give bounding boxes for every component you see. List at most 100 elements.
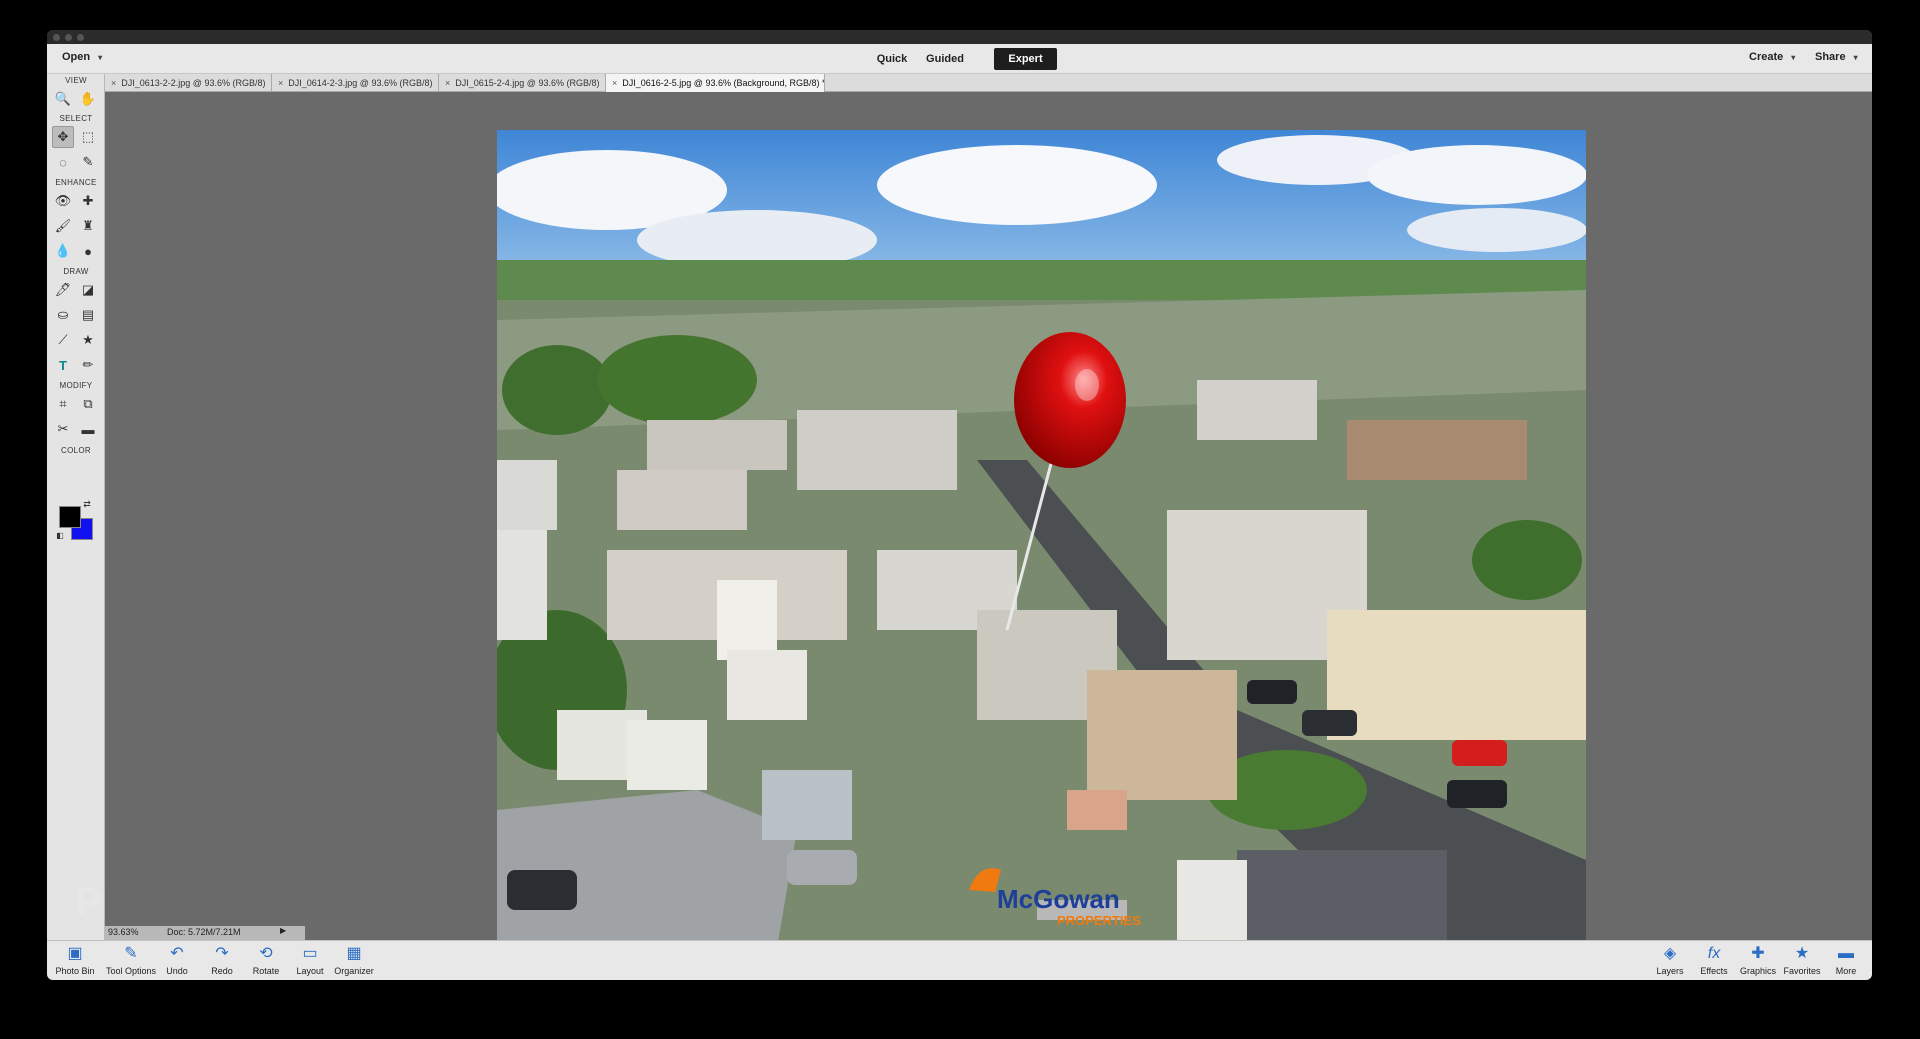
tab-label: DJI_0616-2-5.jpg @ 93.6% (Background, RG… (622, 78, 825, 88)
pencil-tool-icon[interactable]: ✏ (77, 354, 99, 376)
more-label: More (1835, 966, 1857, 976)
tool-options-button[interactable]: ✎ Tool Options (103, 944, 159, 976)
menu-bar: Open ▾ Quick Guided Expert Create ▾ Share ▾ (47, 44, 1872, 74)
redo-label: Redo (211, 966, 233, 976)
open-menu[interactable]: Open ▾ (62, 51, 102, 63)
type-tool-icon[interactable]: T (52, 354, 74, 376)
photo-bin-button[interactable]: ▣ Photo Bin (50, 944, 100, 976)
effects-label: Effects (1700, 966, 1728, 976)
share-label: Share (1815, 51, 1846, 63)
rotate-button[interactable]: ⟲ Rotate (241, 944, 291, 976)
eraser-tool-icon[interactable]: ◪ (77, 279, 99, 301)
organizer-icon: ▦ (346, 945, 362, 962)
custom-shape-tool-icon[interactable]: ★ (77, 329, 99, 351)
sponge-tool-icon[interactable]: ● (77, 240, 99, 262)
mode-guided-button[interactable]: Guided (917, 48, 973, 70)
layers-button[interactable]: ◈ Layers (1645, 944, 1695, 976)
hand-tool-icon[interactable]: ✋ (77, 88, 99, 110)
crop-tool-icon[interactable]: ⌗ (52, 393, 74, 415)
graphics-label: Graphics (1739, 966, 1776, 976)
undo-label: Undo (166, 966, 188, 976)
foreground-color-swatch[interactable] (59, 506, 81, 528)
layers-label: Layers (1656, 966, 1684, 976)
marquee-tool-icon[interactable]: ⬚ (77, 126, 99, 148)
doc-size: Doc: 5.72M/7.21M (167, 927, 241, 937)
layout-icon: ▭ (302, 945, 318, 962)
tools-panel: VIEW 🔍 ✋ SELECT ✥ ⬚ ◌ ✎ ENHANCE 👁 ✚ 🖌 ♜ … (47, 74, 240, 940)
close-tab-icon[interactable]: × (612, 78, 617, 88)
layout-button[interactable]: ▭ Layout (285, 944, 335, 976)
photo-bin-icon: ▣ (67, 945, 83, 962)
close-tab-icon[interactable]: × (445, 78, 450, 88)
more-button[interactable]: ▬ More (1821, 944, 1871, 976)
tab-label: DJI_0614-2-3.jpg @ 93.6% (RGB/8) (288, 78, 433, 88)
clone-stamp-tool-icon[interactable]: ♜ (77, 215, 99, 237)
brush-tool-icon[interactable]: 🖊 (52, 279, 74, 301)
chevron-down-icon: ▾ (98, 53, 103, 62)
mode-expert-button[interactable]: Expert (994, 48, 1057, 70)
zoom-window-button[interactable] (77, 34, 84, 41)
content-aware-move-tool-icon[interactable]: ✂ (52, 418, 74, 440)
logo-subtext: PROPERTIES (1057, 913, 1141, 928)
document-tab-active[interactable]: × DJI_0616-2-5.jpg @ 93.6% (Background, R… (606, 74, 825, 92)
organizer-button[interactable]: ▦ Organizer (329, 944, 379, 976)
lasso-tool-icon[interactable]: ◌ (52, 151, 74, 173)
effects-button[interactable]: fx Effects (1689, 944, 1739, 976)
document-image[interactable]: McGowan PROPERTIES (497, 130, 1586, 948)
straighten-tool-icon[interactable]: ▬ (77, 418, 99, 440)
logo-text: McGowan (997, 884, 1120, 914)
zoom-level[interactable]: 93.63% (108, 927, 139, 937)
quick-selection-tool-icon[interactable]: ✎ (77, 151, 99, 173)
mode-quick-button[interactable]: Quick (867, 48, 917, 70)
zoom-tool-icon[interactable]: 🔍 (52, 88, 74, 110)
red-eye-tool-icon[interactable]: 👁 (52, 190, 74, 212)
tool-options-icon: ✎ (124, 945, 138, 962)
document-tab[interactable]: × DJI_0614-2-3.jpg @ 93.6% (RGB/8) (272, 74, 439, 92)
section-draw-label: DRAW (63, 267, 89, 276)
close-window-button[interactable] (53, 34, 60, 41)
section-select-label: SELECT (59, 114, 93, 123)
close-tab-icon[interactable]: × (278, 78, 283, 88)
share-menu[interactable]: Share ▾ (1815, 51, 1858, 63)
spot-healing-tool-icon[interactable]: ✚ (77, 190, 99, 212)
redo-button[interactable]: ↷ Redo (197, 944, 247, 976)
redo-icon: ↷ (215, 945, 229, 962)
move-tool-icon[interactable]: ✥ (52, 126, 74, 148)
organizer-label: Organizer (334, 966, 374, 976)
section-color-label: COLOR (61, 446, 91, 455)
section-modify-label: MODIFY (59, 381, 93, 390)
document-tab[interactable]: × DJI_0615-2-4.jpg @ 93.6% (RGB/8) (439, 74, 606, 92)
taskbar: ▣ Photo Bin ✎ Tool Options ↶ Undo ↷ Redo ⟲ Ro… (47, 940, 1872, 980)
tool-options-label: Tool Options (105, 966, 157, 976)
title-bar (47, 30, 1872, 44)
tab-label: DJI_0615-2-4.jpg @ 93.6% (RGB/8) (455, 78, 600, 88)
favorites-icon: ★ (1794, 945, 1810, 962)
eyedropper-tool-icon[interactable]: ⟋ (52, 329, 74, 351)
document-tab[interactable]: × DJI_0613-2-2.jpg @ 93.6% (RGB/8) (105, 74, 272, 92)
section-view-label: VIEW (65, 76, 87, 85)
smart-brush-tool-icon[interactable]: 🖌 (52, 215, 74, 237)
close-tab-icon[interactable]: × (111, 78, 116, 88)
favorites-label: Favorites (1783, 966, 1821, 976)
rotate-label: Rotate (252, 966, 280, 976)
create-menu[interactable]: Create ▾ (1749, 51, 1795, 63)
recompose-tool-icon[interactable]: ⧉ (77, 393, 99, 415)
photo-bin-label: Photo Bin (55, 966, 95, 976)
status-bar: 93.63% Doc: 5.72M/7.21M ▶ (105, 926, 305, 940)
create-label: Create (1749, 51, 1784, 63)
document-tabs: × DJI_0613-2-2.jpg @ 93.6% (RGB/8) × DJI_0… (105, 74, 1872, 92)
default-colors-icon[interactable]: ◧ (55, 530, 65, 540)
gradient-tool-icon[interactable]: ▤ (77, 304, 99, 326)
blur-tool-icon[interactable]: 💧 (52, 240, 74, 262)
canvas-area[interactable]: McGowan PROPERTIES (105, 92, 1872, 948)
graphics-icon: ✚ (1751, 945, 1765, 962)
minimize-window-button[interactable] (65, 34, 72, 41)
open-label: Open (62, 51, 91, 63)
undo-button[interactable]: ↶ Undo (152, 944, 202, 976)
swap-colors-icon[interactable]: ⇄ (81, 498, 93, 510)
status-menu-arrow-icon[interactable]: ▶ (280, 926, 286, 935)
chevron-down-icon: ▾ (1853, 53, 1858, 62)
graphics-button[interactable]: ✚ Graphics (1733, 944, 1783, 976)
paint-bucket-tool-icon[interactable]: ⛀ (52, 304, 74, 326)
favorites-button[interactable]: ★ Favorites (1777, 944, 1827, 976)
